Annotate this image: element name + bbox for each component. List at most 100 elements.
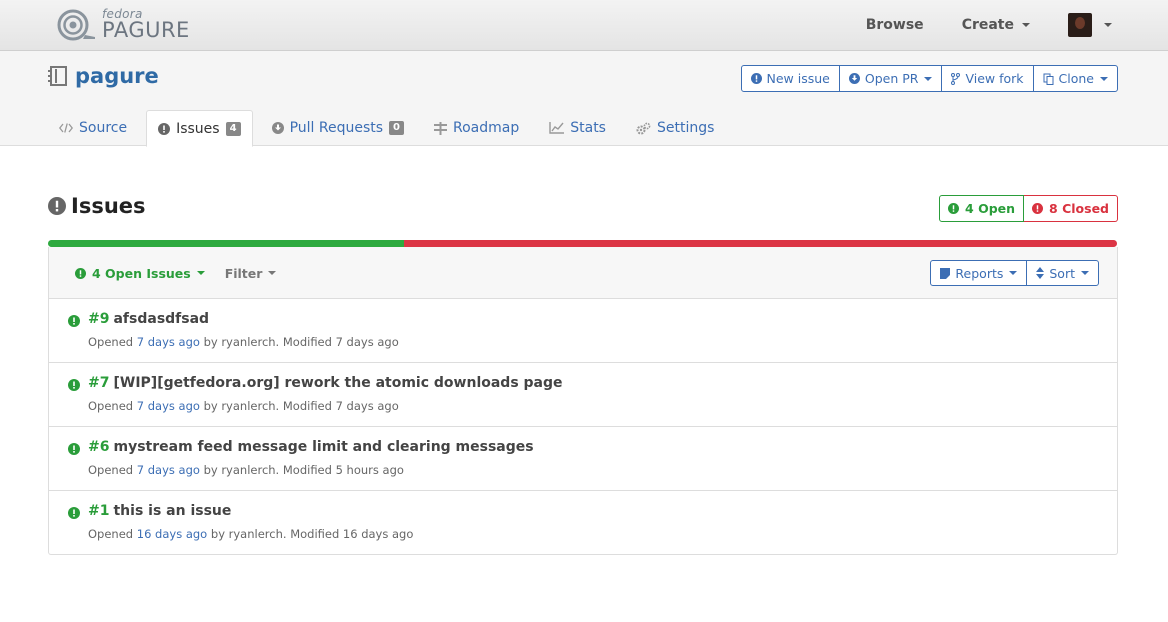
issue-number: #7	[88, 375, 110, 391]
caret-down-icon	[1081, 271, 1089, 275]
tab-stats-label: Stats	[570, 120, 606, 136]
issue-meta-rest: by ryanlerch. Modified 5 hours ago	[203, 463, 404, 477]
caret-down-icon	[1009, 271, 1018, 275]
tab-source-label: Source	[79, 120, 128, 136]
issue-title-link[interactable]: #1 this is an issue	[88, 503, 231, 519]
caret-down-icon	[1022, 23, 1030, 27]
open-issues-dropdown-label: 4 Open Issues	[92, 265, 191, 281]
issue-title-link[interactable]: #6 mystream feed message limit and cleari…	[88, 439, 534, 455]
exclamation-circle-icon	[68, 315, 80, 327]
sort-dropdown[interactable]: Sort	[1027, 261, 1098, 285]
clone-label: Clone	[1058, 71, 1094, 86]
repo-name-link[interactable]: pagure	[75, 64, 159, 88]
exclamation-circle-icon	[68, 379, 80, 391]
code-icon	[59, 123, 73, 133]
filter-dropdown[interactable]: Filter	[225, 266, 277, 281]
create-label: Create	[961, 17, 1014, 33]
browse-link[interactable]: Browse	[866, 17, 924, 33]
tab-settings[interactable]: Settings	[625, 110, 725, 146]
create-dropdown[interactable]: Create	[962, 17, 1030, 33]
top-navbar: fedora PAGURE Browse Create	[0, 0, 1168, 51]
exclamation-circle-icon	[68, 443, 80, 455]
issue-row[interactable]: #6 mystream feed message limit and cleari…	[49, 427, 1117, 491]
tab-pull-requests[interactable]: Pull Requests 0	[261, 110, 415, 146]
issue-title-link[interactable]: #7 [WIP][getfedora.org] rework the atomic…	[88, 375, 563, 391]
view-fork-label: View fork	[965, 71, 1024, 86]
tab-roadmap[interactable]: Roadmap	[423, 110, 530, 146]
exclamation-circle-icon	[948, 203, 960, 214]
issues-progress-bar	[48, 240, 1117, 247]
exclamation-circle-icon	[75, 267, 86, 279]
view-fork-button[interactable]: View fork	[942, 66, 1034, 91]
reports-label: Reports	[955, 265, 1004, 281]
issue-meta: Opened 7 days ago by ryanlerch. Modified…	[88, 335, 399, 349]
progress-open-segment	[48, 240, 405, 247]
open-pr-button[interactable]: Open PR	[840, 66, 943, 91]
issue-meta-rest: by ryanlerch. Modified 16 days ago	[210, 527, 414, 541]
closed-issues-button[interactable]: 8 Closed	[1024, 195, 1118, 222]
issue-opened-date-link[interactable]: 7 days ago	[137, 335, 200, 349]
issue-row[interactable]: #7 [WIP][getfedora.org] rework the atomic…	[49, 363, 1117, 427]
repo-tabs: Source Issues 4 Pull Requests 0 Roadmap …	[48, 110, 733, 147]
reports-dropdown[interactable]: Reports	[931, 261, 1028, 285]
arrow-circle-down-icon	[848, 73, 860, 84]
line-chart-icon	[549, 122, 565, 134]
issue-number: #9	[88, 311, 110, 327]
new-issue-label: New issue	[766, 71, 830, 86]
tab-settings-label: Settings	[656, 120, 715, 136]
issue-meta: Opened 16 days ago by ryanlerch. Modifie…	[88, 527, 413, 541]
exclamation-circle-icon	[750, 73, 762, 84]
user-menu-dropdown[interactable]	[1068, 13, 1112, 37]
issue-opened-label: Opened	[88, 463, 134, 477]
issue-meta: Opened 7 days ago by ryanlerch. Modified…	[88, 463, 404, 477]
open-issues-dropdown[interactable]: 4 Open Issues	[75, 266, 205, 281]
issue-meta-rest: by ryanlerch. Modified 7 days ago	[203, 399, 399, 413]
exclamation-circle-icon	[1032, 203, 1044, 214]
issue-opened-date-link[interactable]: 7 days ago	[137, 399, 200, 413]
copy-icon	[1043, 73, 1054, 85]
repo-title: pagure	[47, 64, 159, 88]
caret-down-icon	[196, 271, 205, 275]
exclamation-circle-icon	[48, 197, 66, 215]
caret-down-icon	[924, 76, 933, 81]
issue-meta: Opened 7 days ago by ryanlerch. Modified…	[88, 399, 399, 413]
exclamation-circle-icon	[68, 507, 80, 519]
issue-meta-rest: by ryanlerch. Modified 7 days ago	[203, 335, 399, 349]
issues-count-badge: 4	[225, 121, 241, 136]
tab-roadmap-label: Roadmap	[453, 120, 520, 136]
issue-opened-label: Opened	[88, 399, 134, 413]
issue-opened-date-link[interactable]: 16 days ago	[137, 527, 207, 541]
code-fork-icon	[951, 72, 961, 85]
closed-issues-label: 8 Closed	[1049, 201, 1109, 216]
tab-stats[interactable]: Stats	[538, 110, 617, 146]
pull-requests-count-badge: 0	[389, 121, 404, 135]
issue-opened-label: Opened	[88, 527, 134, 541]
issue-row[interactable]: #9 afsdasdfsad Opened 7 days ago by ryanl…	[49, 299, 1117, 363]
tab-issues[interactable]: Issues 4	[146, 110, 253, 147]
issues-panel: 4 Open Issues Filter Reports Sort #9 afsd…	[48, 247, 1118, 555]
issue-number: #1	[88, 503, 110, 519]
pagure-logo[interactable]: fedora PAGURE	[56, 7, 190, 43]
filter-label: Filter	[224, 265, 263, 281]
open-issues-button[interactable]: 4 Open	[939, 195, 1025, 222]
issue-title-link[interactable]: #9 afsdasdfsad	[88, 311, 209, 327]
caret-down-icon	[1104, 23, 1112, 27]
tab-pull-requests-label: Pull Requests	[289, 120, 384, 136]
progress-closed-segment	[404, 240, 1117, 247]
exclamation-circle-icon	[158, 122, 171, 135]
issue-opened-date-link[interactable]: 7 days ago	[137, 463, 200, 477]
issue-row[interactable]: #1 this is an issue Opened 16 days ago by…	[49, 491, 1117, 555]
bookmark-icon	[940, 267, 951, 279]
issue-opened-label: Opened	[88, 335, 134, 349]
repo-header: pagure New issue Open PR View fork Clone…	[0, 51, 1168, 147]
repo-actions: New issue Open PR View fork Clone	[740, 65, 1118, 92]
sort-label: Sort	[1049, 265, 1075, 281]
new-issue-button[interactable]: New issue	[742, 66, 840, 91]
clone-dropdown[interactable]: Clone	[1034, 66, 1117, 91]
page-title: Issues	[71, 194, 146, 218]
arrow-circle-down-icon	[271, 122, 284, 134]
tab-source[interactable]: Source	[48, 110, 138, 146]
open-pr-label: Open PR	[864, 71, 919, 86]
issue-number: #6	[88, 439, 110, 455]
issues-panel-actions: Reports Sort	[930, 260, 1099, 286]
